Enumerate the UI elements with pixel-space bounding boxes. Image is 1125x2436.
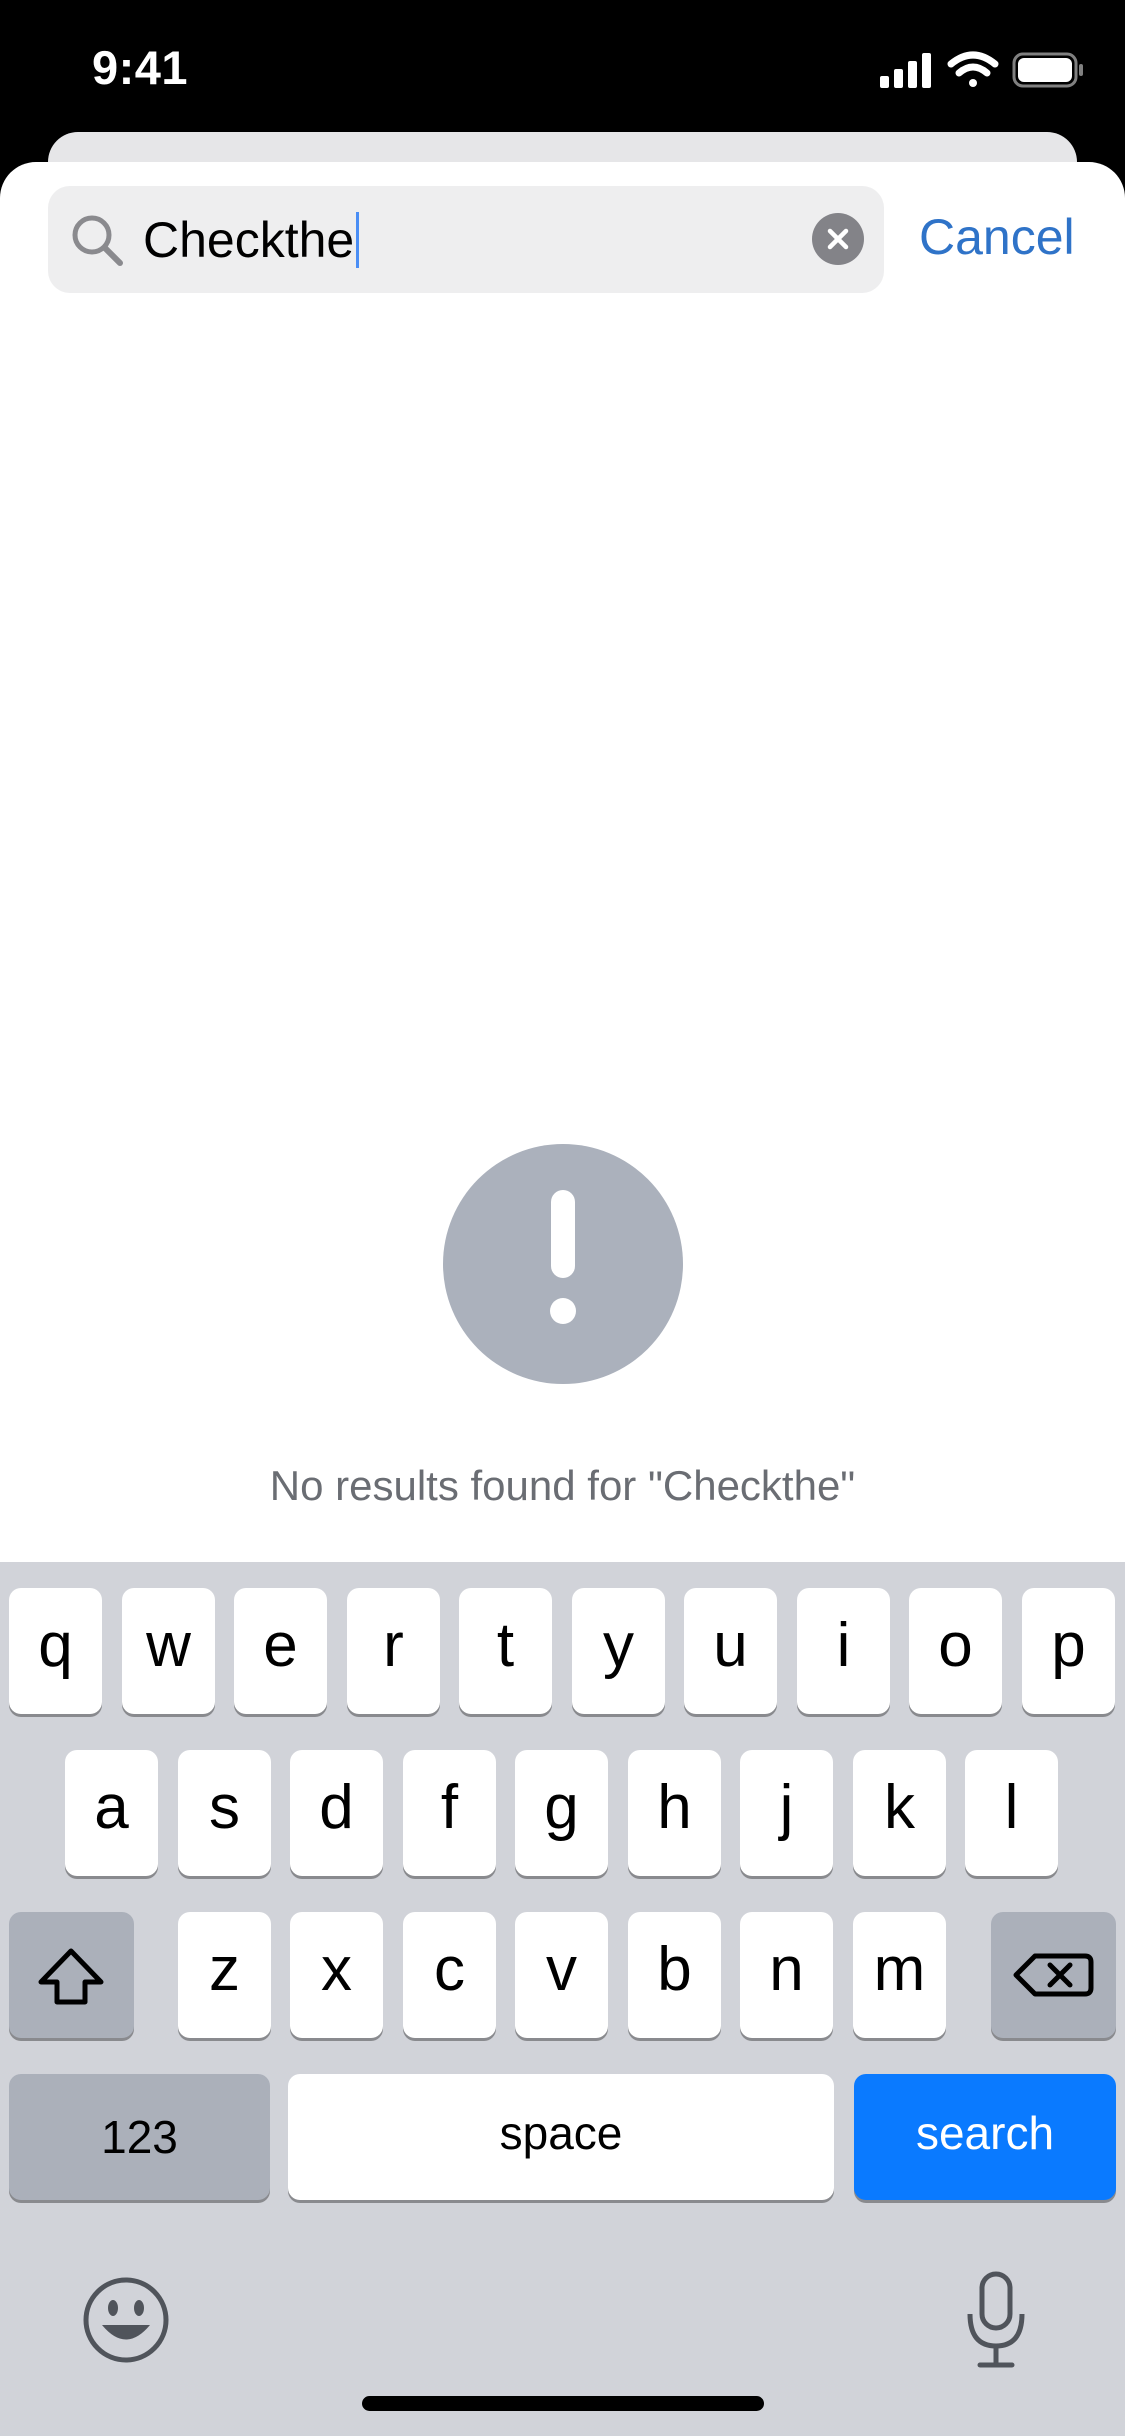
delete-key[interactable] [991, 1912, 1116, 2038]
clear-icon [827, 228, 849, 250]
key-label: u [713, 1611, 748, 1680]
key-w[interactable]: w [122, 1588, 215, 1714]
key-label: q [38, 1611, 73, 1680]
key-s[interactable]: s [178, 1750, 271, 1876]
key-q[interactable]: q [9, 1588, 102, 1714]
key-label: y [603, 1611, 634, 1680]
key-label: e [263, 1611, 298, 1680]
key-label: d [319, 1773, 354, 1842]
key-n[interactable]: n [740, 1912, 833, 2038]
key-label: f [440, 1773, 459, 1842]
delete-icon [1013, 1953, 1094, 1997]
key-label: c [434, 1935, 465, 2004]
key-r[interactable]: r [347, 1588, 440, 1714]
clear-search-button[interactable] [812, 213, 864, 265]
key-y[interactable]: y [572, 1588, 665, 1714]
key-label: t [496, 1611, 515, 1680]
key-u[interactable]: u [684, 1588, 777, 1714]
key-label: h [657, 1773, 692, 1842]
key-f[interactable]: f [403, 1750, 496, 1876]
key-label: j [779, 1773, 794, 1842]
key-label: g [544, 1773, 579, 1842]
key-label: k [884, 1773, 915, 1842]
search-field[interactable]: Checkthe [48, 186, 884, 293]
key-label: 123 [101, 2111, 178, 2163]
key-o[interactable]: o [909, 1588, 1002, 1714]
key-p[interactable]: p [1022, 1588, 1115, 1714]
search-input-value: Checkthe [143, 212, 355, 268]
key-label: p [1051, 1611, 1086, 1680]
key-b[interactable]: b [628, 1912, 721, 2038]
key-e[interactable]: e [234, 1588, 327, 1714]
status-time: 9:41 [92, 41, 189, 94]
key-c[interactable]: c [403, 1912, 496, 2038]
shift-key[interactable] [9, 1912, 134, 2038]
cancel-button[interactable]: Cancel [919, 205, 1075, 269]
space-key[interactable]: space [288, 2074, 834, 2200]
key-h[interactable]: h [628, 1750, 721, 1876]
key-g[interactable]: g [515, 1750, 608, 1876]
key-label: search [915, 2107, 1055, 2159]
key-label: b [657, 1935, 692, 2004]
key-label: r [383, 1611, 404, 1680]
key-j[interactable]: j [740, 1750, 833, 1876]
search-key[interactable]: search [854, 2074, 1116, 2200]
key-z[interactable]: z [178, 1912, 271, 2038]
wifi-icon [947, 51, 999, 87]
key-label: l [1004, 1773, 1019, 1842]
key-k[interactable]: k [853, 1750, 946, 1876]
status-icons [880, 51, 1083, 88]
key-d[interactable]: d [290, 1750, 383, 1876]
cellular-signal-icon [880, 53, 931, 88]
key-label: space [499, 2107, 623, 2159]
key-label: m [873, 1935, 926, 2004]
search-icon [72, 215, 123, 266]
search-input[interactable]: Checkthe [143, 212, 360, 268]
emoji-icon[interactable] [80, 2274, 172, 2366]
key-label: z [209, 1935, 240, 2004]
battery-icon [1012, 52, 1083, 88]
microphone-icon[interactable] [962, 2270, 1030, 2370]
no-results-message: No results found for "Checkthe" [269, 1462, 856, 1509]
shift-icon [38, 1948, 104, 2005]
key-v[interactable]: v [515, 1912, 608, 2038]
key-label: o [938, 1611, 973, 1680]
key-label: a [94, 1773, 129, 1842]
key-t[interactable]: t [459, 1588, 552, 1714]
key-label: x [321, 1935, 352, 2004]
key-x[interactable]: x [290, 1912, 383, 2038]
key-label: s [209, 1773, 240, 1842]
no-results-alert [443, 1144, 683, 1384]
key-label: i [836, 1611, 851, 1680]
key-l[interactable]: l [965, 1750, 1058, 1876]
key-label: v [546, 1935, 577, 2004]
status-bar: 9:41 [0, 0, 1125, 140]
text-caret [356, 212, 360, 268]
numbers-key[interactable]: 123 [9, 2074, 270, 2200]
key-label: w [146, 1611, 191, 1680]
exclamation-icon [550, 1190, 576, 1324]
key-m[interactable]: m [853, 1912, 946, 2038]
key-a[interactable]: a [65, 1750, 158, 1876]
key-i[interactable]: i [797, 1588, 890, 1714]
key-label: n [769, 1935, 804, 2004]
home-indicator[interactable] [362, 2396, 764, 2411]
